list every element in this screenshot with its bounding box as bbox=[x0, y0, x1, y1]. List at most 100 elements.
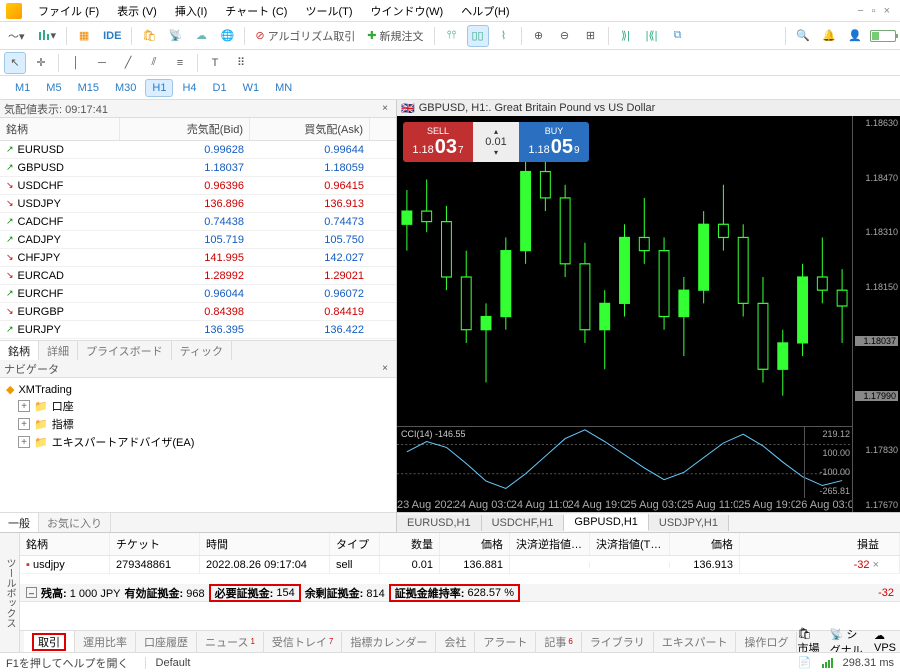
account-icon[interactable]: 👤 bbox=[844, 25, 866, 47]
one-click-buy-button[interactable]: BUY 1.18059 bbox=[519, 122, 589, 162]
one-click-sell-button[interactable]: SELL 1.18037 bbox=[403, 122, 473, 162]
marketwatch-row[interactable]: ↗EURJPY 136.395136.422 bbox=[0, 321, 396, 339]
mw-tab-symbols[interactable]: 銘柄 bbox=[0, 341, 39, 361]
col-bid[interactable]: 売気配(Bid) bbox=[120, 118, 250, 140]
marketwatch-row[interactable]: ↗EURUSD 0.996280.99644 bbox=[0, 141, 396, 159]
toolbox-tab[interactable]: アラート bbox=[475, 632, 536, 652]
vertical-line-icon[interactable]: │ bbox=[65, 52, 87, 74]
window-close-icon[interactable]: × bbox=[884, 5, 890, 17]
line-chart-icon[interactable]: 〜▾ bbox=[4, 25, 29, 47]
toolbox-tab[interactable]: エキスパート bbox=[654, 632, 737, 652]
one-click-lot-input[interactable]: ▴ 0.01 ▾ bbox=[473, 122, 519, 162]
mw-tab-tick[interactable]: ティック bbox=[172, 341, 232, 361]
timeframe-h4[interactable]: H4 bbox=[175, 79, 203, 97]
timeframe-w1[interactable]: W1 bbox=[236, 79, 267, 97]
chart-tab[interactable]: USDCHF,H1 bbox=[482, 515, 565, 531]
col-ask[interactable]: 買気配(Ask) bbox=[250, 118, 370, 140]
col-trade-ticket[interactable]: チケット bbox=[110, 533, 200, 555]
window-restore-icon[interactable]: ▫ bbox=[872, 5, 876, 17]
mw-tab-details[interactable]: 詳細 bbox=[39, 341, 78, 361]
col-trade-pl[interactable]: 損益 bbox=[740, 533, 900, 555]
algo-trading-button[interactable]: ⊘アルゴリズム取引 bbox=[251, 25, 359, 47]
expand-icon[interactable]: + bbox=[18, 436, 30, 448]
status-profile[interactable]: Default bbox=[145, 657, 191, 669]
toolbox-tab[interactable]: ニュース1 bbox=[197, 632, 264, 652]
zoom-in-icon[interactable]: ⊕ bbox=[528, 25, 550, 47]
objects-icon[interactable]: ⠿ bbox=[230, 52, 252, 74]
trend-line-icon[interactable]: ╱ bbox=[117, 52, 139, 74]
timeframe-h1[interactable]: H1 bbox=[145, 79, 173, 97]
crosshair-icon[interactable]: ✛ bbox=[30, 52, 52, 74]
channel-icon[interactable]: ⫽ bbox=[143, 52, 165, 74]
col-trade-price2[interactable]: 価格 bbox=[670, 533, 740, 555]
marketwatch-row[interactable]: ↘USDCHF 0.963960.96415 bbox=[0, 177, 396, 195]
toolbox-tab[interactable]: ライブラリ bbox=[582, 632, 654, 652]
toolbox-tab[interactable]: 運用比率 bbox=[75, 632, 136, 652]
marketwatch-row[interactable]: ↘CHFJPY 141.995142.027 bbox=[0, 249, 396, 267]
window-minimize-icon[interactable]: − bbox=[857, 5, 863, 17]
col-symbol[interactable]: 銘柄 bbox=[0, 118, 120, 140]
add-indicator-icon[interactable]: ▦ bbox=[73, 25, 95, 47]
timeframe-mn[interactable]: MN bbox=[268, 79, 299, 97]
notifications-icon[interactable]: 🔔 bbox=[818, 25, 840, 47]
menu-file[interactable]: ファイル (F) bbox=[30, 1, 107, 21]
menu-chart[interactable]: チャート (C) bbox=[217, 1, 295, 21]
marketwatch-row[interactable]: ↗EURCHF 0.960440.96072 bbox=[0, 285, 396, 303]
vps-icon[interactable]: ☁ bbox=[190, 25, 212, 47]
toolbox-tab[interactable]: 記事6 bbox=[536, 632, 581, 652]
col-trade-sl[interactable]: 決済逆指値(... bbox=[510, 533, 590, 555]
expand-icon[interactable]: + bbox=[18, 418, 30, 430]
toolbox-tab[interactable]: 口座履歴 bbox=[136, 632, 197, 652]
col-trade-symbol[interactable]: 銘柄 bbox=[20, 533, 110, 555]
cursor-icon[interactable]: ↖ bbox=[4, 52, 26, 74]
candle-chart-icon[interactable]: ▾ bbox=[33, 25, 61, 47]
search-icon[interactable]: 🔍 bbox=[792, 25, 814, 47]
marketwatch-row[interactable]: ↘EURCAD 1.289921.29021 bbox=[0, 267, 396, 285]
trade-row[interactable]: ▪ usdjpy 2793488612022.08.26 09:17:04sel… bbox=[20, 556, 900, 574]
chart-tab[interactable]: GBPUSD,H1 bbox=[564, 514, 649, 531]
menu-view[interactable]: 表示 (V) bbox=[109, 1, 165, 21]
line-chart-type-icon[interactable]: ⌇ bbox=[493, 25, 515, 47]
nav-tab-favorites[interactable]: お気に入り bbox=[39, 513, 111, 533]
marketwatch-close-icon[interactable]: × bbox=[378, 102, 392, 116]
nav-tab-common[interactable]: 一般 bbox=[0, 513, 39, 533]
marketwatch-row[interactable]: ↗CADCHF 0.744380.74473 bbox=[0, 213, 396, 231]
new-order-button[interactable]: ✚新規注文 bbox=[363, 25, 427, 47]
col-trade-price[interactable]: 価格 bbox=[440, 533, 510, 555]
navigator-close-icon[interactable]: × bbox=[378, 362, 392, 376]
col-trade-time[interactable]: 時間 bbox=[200, 533, 330, 555]
status-journal-icon[interactable]: 📄 bbox=[798, 656, 812, 669]
vps-link[interactable]: ☁ VPS bbox=[874, 629, 896, 654]
close-position-icon[interactable]: × bbox=[873, 559, 879, 571]
timeframe-d1[interactable]: D1 bbox=[206, 79, 234, 97]
toolbox-tab[interactable]: 取引 bbox=[24, 631, 75, 653]
toolbox-tab[interactable]: 会社 bbox=[436, 632, 475, 652]
ide-button[interactable]: IDE bbox=[99, 25, 125, 47]
col-trade-tp[interactable]: 決済指値(T/P) bbox=[590, 533, 670, 555]
timeframe-m5[interactable]: M5 bbox=[39, 79, 68, 97]
menu-tools[interactable]: ツール(T) bbox=[297, 1, 360, 21]
col-trade-vol[interactable]: 数量 bbox=[380, 533, 440, 555]
screenshot-icon[interactable]: ⧉ bbox=[667, 25, 689, 47]
signals-icon[interactable]: 📡 bbox=[164, 25, 186, 47]
timeframe-m30[interactable]: M30 bbox=[108, 79, 143, 97]
tile-windows-icon[interactable]: ⊞ bbox=[580, 25, 602, 47]
marketwatch-row[interactable]: ↗GBPUSD 1.180371.18059 bbox=[0, 159, 396, 177]
summary-toggle-icon[interactable]: – bbox=[26, 587, 37, 598]
auto-scroll-icon[interactable]: |⟪| bbox=[641, 25, 663, 47]
menu-insert[interactable]: 挿入(I) bbox=[167, 1, 215, 21]
fibonacci-icon[interactable]: ≡ bbox=[169, 52, 191, 74]
shift-chart-icon[interactable]: ⟫| bbox=[615, 25, 637, 47]
toolbox-tab[interactable]: 受信トレイ7 bbox=[264, 632, 342, 652]
bar-chart-type-icon[interactable]: ⫯⫯ bbox=[441, 25, 463, 47]
marketwatch-row[interactable]: ↘USDJPY 136.896136.913 bbox=[0, 195, 396, 213]
marketwatch-row[interactable]: ↘EURGBP 0.843980.84419 bbox=[0, 303, 396, 321]
menu-help[interactable]: ヘルプ(H) bbox=[453, 1, 517, 21]
toolbox-tab[interactable]: 操作ログ bbox=[736, 632, 797, 652]
timeframe-m15[interactable]: M15 bbox=[71, 79, 106, 97]
chart-tab[interactable]: EURUSD,H1 bbox=[397, 515, 482, 531]
menu-window[interactable]: ウインドウ(W) bbox=[363, 1, 452, 21]
text-icon[interactable]: T bbox=[204, 52, 226, 74]
marketwatch-body[interactable]: ↗EURUSD 0.996280.99644↗GBPUSD 1.180371.1… bbox=[0, 141, 396, 340]
navigator-tree[interactable]: ◆XMTrading +📁口座 +📁指標 +📁エキスパートアドバイザ(EA) bbox=[0, 378, 396, 512]
